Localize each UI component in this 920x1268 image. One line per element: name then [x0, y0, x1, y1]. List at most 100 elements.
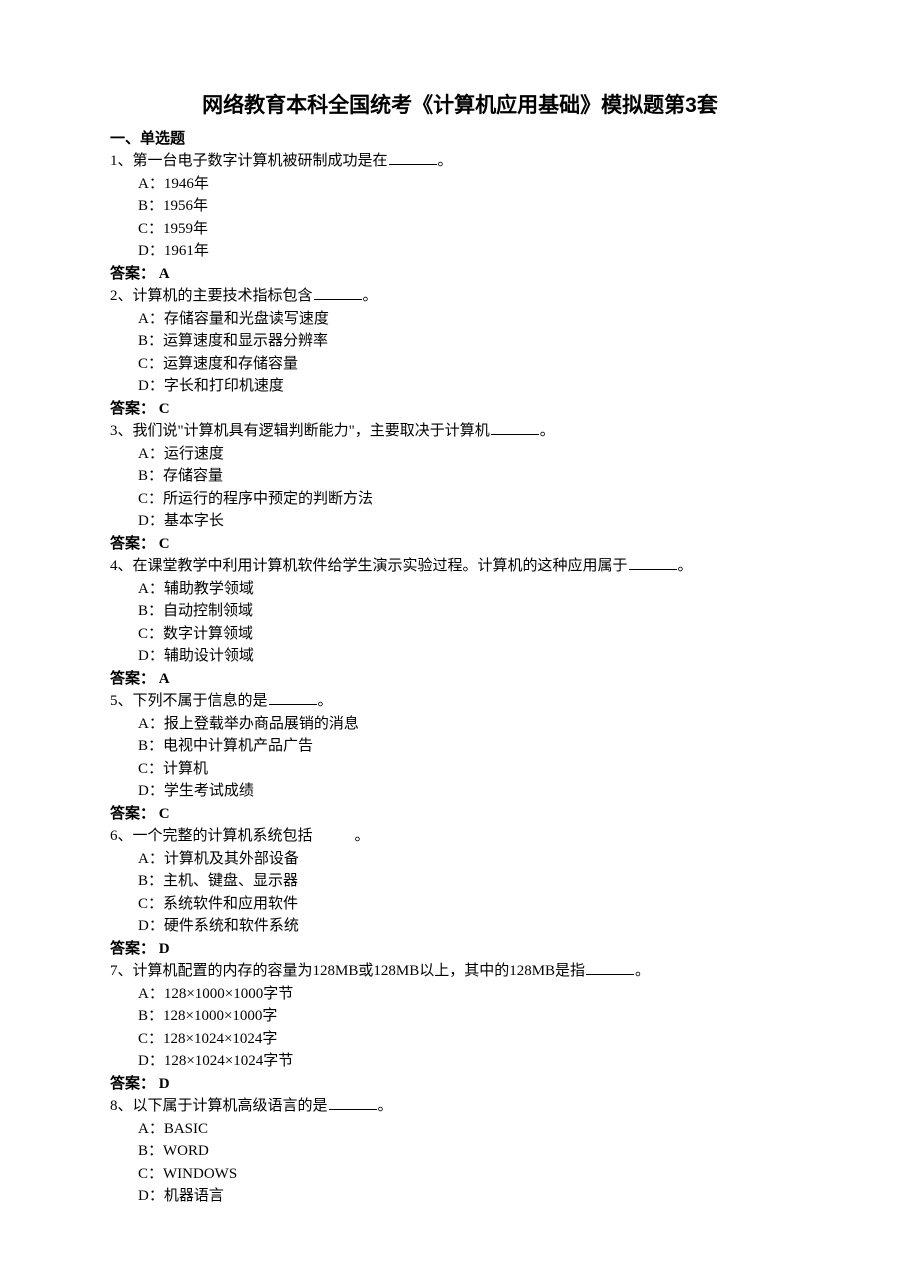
option-label: D： — [138, 513, 164, 529]
option-row: B：自动控制领域 — [110, 600, 810, 623]
option-label: D： — [138, 648, 164, 664]
question-stem: 8、以下属于计算机高级语言的是。 — [110, 1095, 810, 1118]
option-text: 电视中计算机产品广告 — [163, 738, 313, 754]
option-label: D： — [138, 378, 164, 394]
option-text: 学生考试成绩 — [164, 783, 254, 799]
option-text: WORD — [163, 1143, 209, 1159]
option-row: D：硬件系统和软件系统 — [110, 915, 810, 938]
question-number: 6、 — [110, 828, 133, 844]
option-label: B： — [138, 603, 163, 619]
answer-label: 答案： — [110, 941, 155, 957]
question-number: 4、 — [110, 558, 133, 574]
option-label: A： — [138, 311, 164, 327]
questions-container: 1、第一台电子数字计算机被研制成功是在。A：1946年B：1956年C：1959… — [110, 150, 810, 1208]
answer-line: 答案： C — [110, 533, 810, 556]
answer-value: C — [159, 401, 170, 417]
option-text: 存储容量 — [163, 468, 223, 484]
option-label: D： — [138, 1053, 164, 1069]
answer-line: 答案： C — [110, 398, 810, 421]
answer-label: 答案： — [110, 1076, 155, 1092]
option-row: C：所运行的程序中预定的判断方法 — [110, 488, 810, 511]
option-row: D：机器语言 — [110, 1185, 810, 1208]
option-row: D：字长和打印机速度 — [110, 375, 810, 398]
option-text: 运算速度和存储容量 — [163, 356, 298, 372]
question-stem: 6、一个完整的计算机系统包括。 — [110, 825, 810, 848]
fill-blank — [586, 961, 634, 976]
option-text: 机器语言 — [164, 1188, 224, 1204]
option-label: A： — [138, 1121, 164, 1137]
option-row: A：计算机及其外部设备 — [110, 848, 810, 871]
option-label: D： — [138, 243, 164, 259]
option-text: 报上登载举办商品展销的消息 — [164, 716, 359, 732]
fill-blank — [269, 691, 317, 706]
question-number: 1、 — [110, 153, 133, 169]
question-text-pre: 下列不属于信息的是 — [133, 693, 268, 709]
answer-line: 答案： D — [110, 1073, 810, 1096]
option-text: 128×1000×1000字 — [163, 1008, 277, 1024]
answer-value: D — [159, 1076, 170, 1092]
question-stem: 3、我们说"计算机具有逻辑判断能力"，主要取决于计算机。 — [110, 420, 810, 443]
question-stem: 1、第一台电子数字计算机被研制成功是在。 — [110, 150, 810, 173]
option-label: B： — [138, 468, 163, 484]
option-label: A： — [138, 176, 164, 192]
option-row: B：128×1000×1000字 — [110, 1005, 810, 1028]
option-row: C：1959年 — [110, 218, 810, 241]
option-text: 基本字长 — [164, 513, 224, 529]
option-text: 1956年 — [163, 198, 208, 214]
option-row: D：128×1024×1024字节 — [110, 1050, 810, 1073]
option-label: A： — [138, 581, 164, 597]
answer-value: C — [159, 536, 170, 552]
fill-blank — [314, 827, 354, 841]
option-row: C：运算速度和存储容量 — [110, 353, 810, 376]
option-text: 所运行的程序中预定的判断方法 — [163, 491, 373, 507]
answer-line: 答案： C — [110, 803, 810, 826]
option-row: A：辅助教学领域 — [110, 578, 810, 601]
question-number: 8、 — [110, 1098, 133, 1114]
option-text: 自动控制领域 — [163, 603, 253, 619]
fill-blank — [491, 421, 539, 436]
section-header: 一、单选题 — [110, 128, 810, 151]
option-text: 辅助教学领域 — [164, 581, 254, 597]
question-text-pre: 我们说"计算机具有逻辑判断能力"，主要取决于计算机 — [133, 423, 490, 439]
question-number: 7、 — [110, 963, 133, 979]
option-row: A：BASIC — [110, 1118, 810, 1141]
page-title: 网络教育本科全国统考《计算机应用基础》模拟题第3套 — [110, 90, 810, 122]
question-stem: 4、在课堂教学中利用计算机软件给学生演示实验过程。计算机的这种应用属于。 — [110, 555, 810, 578]
option-label: B： — [138, 333, 163, 349]
question-number: 2、 — [110, 288, 133, 304]
answer-line: 答案： A — [110, 263, 810, 286]
question-stem: 5、下列不属于信息的是 。 — [110, 690, 810, 713]
option-label: A： — [138, 851, 164, 867]
option-label: C： — [138, 761, 163, 777]
question-text-post: 。 — [635, 963, 650, 979]
answer-label: 答案： — [110, 266, 155, 282]
option-row: D：学生考试成绩 — [110, 780, 810, 803]
fill-blank — [629, 556, 677, 571]
question-number: 3、 — [110, 423, 133, 439]
option-row: D：1961年 — [110, 240, 810, 263]
option-row: A：存储容量和光盘读写速度 — [110, 308, 810, 331]
option-row: B：运算速度和显示器分辨率 — [110, 330, 810, 353]
option-text: 计算机 — [163, 761, 208, 777]
question-text-pre: 计算机配置的内存的容量为128MB或128MB以上，其中的128MB是指 — [133, 963, 586, 979]
question-text-pre: 以下属于计算机高级语言的是 — [133, 1098, 328, 1114]
question-text-post: 。 — [363, 288, 378, 304]
answer-label: 答案： — [110, 401, 155, 417]
option-label: C： — [138, 491, 163, 507]
option-row: B：1956年 — [110, 195, 810, 218]
question-number: 5、 — [110, 693, 133, 709]
option-text: BASIC — [164, 1121, 208, 1137]
option-label: D： — [138, 918, 164, 934]
option-text: 128×1000×1000字节 — [164, 986, 293, 1002]
option-text: 计算机及其外部设备 — [164, 851, 299, 867]
option-row: A：128×1000×1000字节 — [110, 983, 810, 1006]
option-label: A： — [138, 716, 164, 732]
option-text: 1946年 — [164, 176, 209, 192]
option-text: 运算速度和显示器分辨率 — [163, 333, 328, 349]
option-text: 硬件系统和软件系统 — [164, 918, 299, 934]
fill-blank — [389, 151, 437, 166]
question-text-post: 。 — [355, 828, 370, 844]
question-text-post: 。 — [318, 693, 333, 709]
option-label: D： — [138, 783, 164, 799]
option-row: D：基本字长 — [110, 510, 810, 533]
